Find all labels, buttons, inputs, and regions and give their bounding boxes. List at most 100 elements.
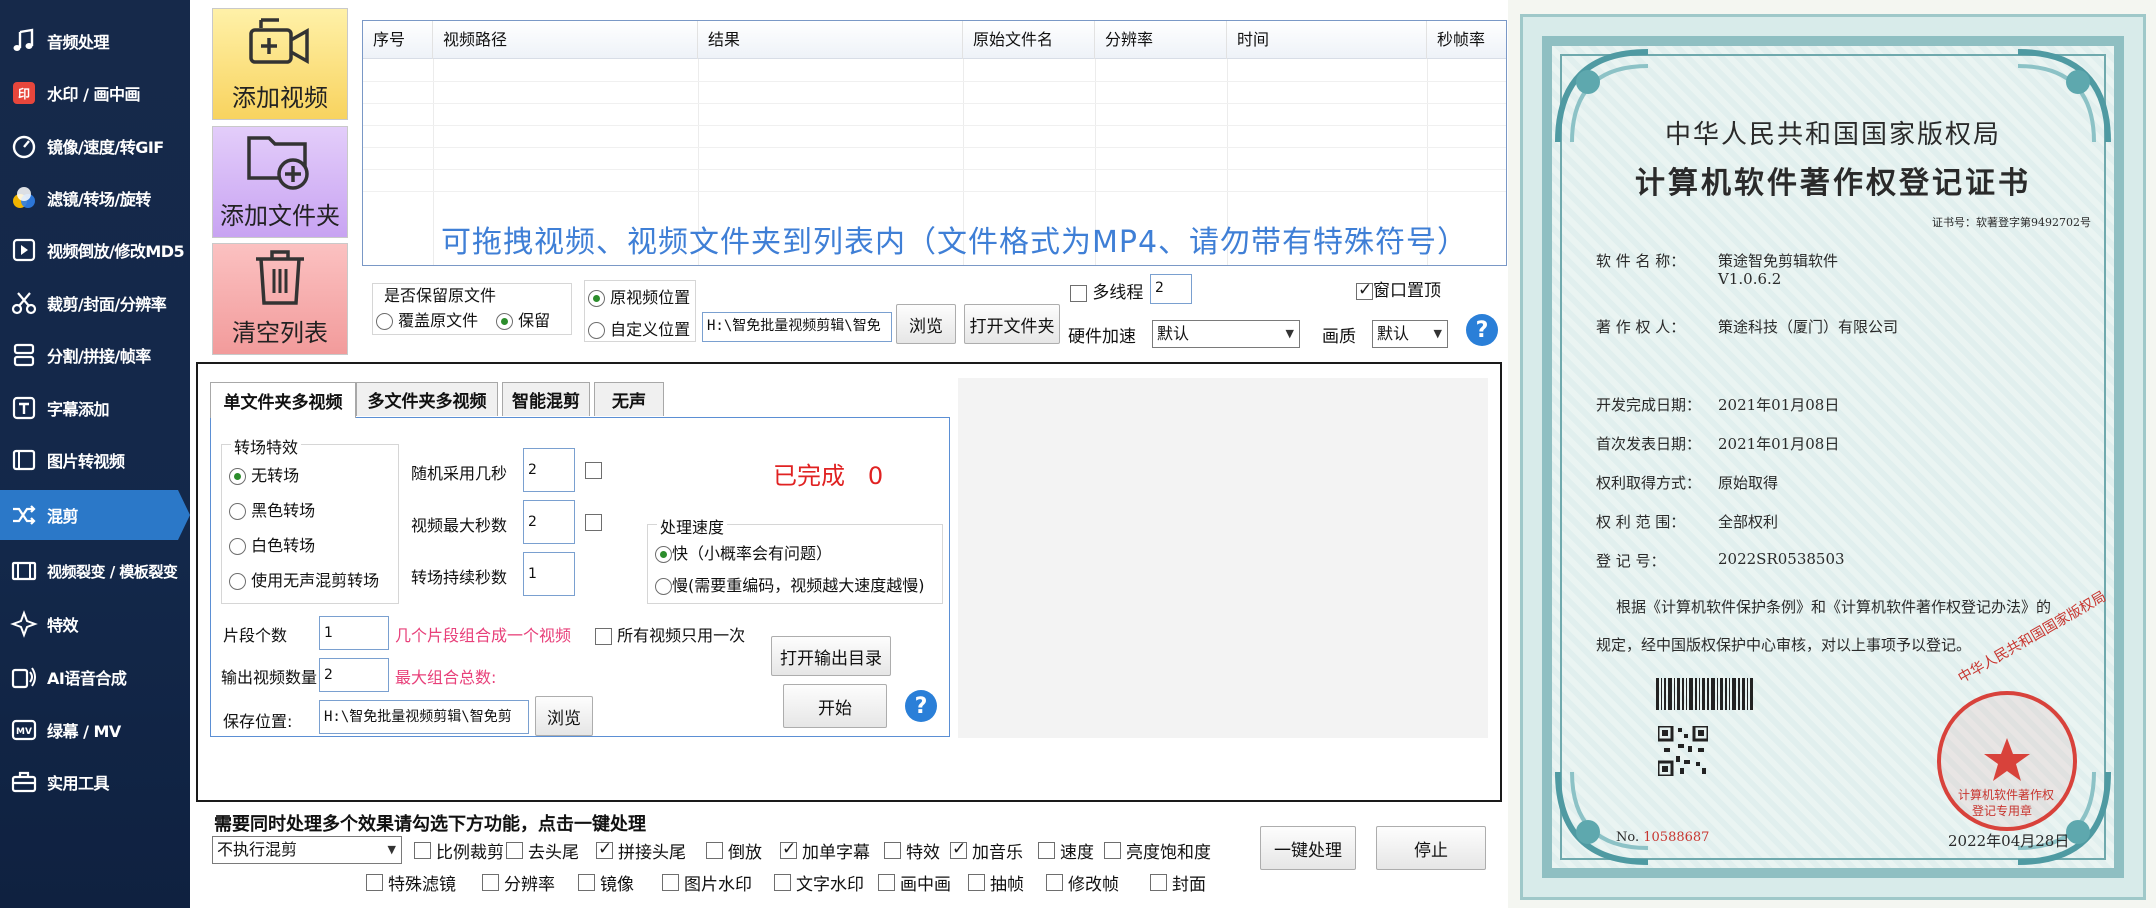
copyright-certificate: 中华人民共和国国家版权局 计算机软件著作权登记证书 证书号：软著登字第94927…	[1508, 0, 2156, 908]
cert-statement: 规定，经中国版权保护中心审核，对以上事项予以登记。	[1596, 636, 1972, 654]
use-once-checkbox[interactable]: 所有视频只用一次	[595, 622, 745, 646]
output-path-input[interactable]: H:\智免批量视频剪辑\智免	[702, 312, 892, 342]
transition-radio[interactable]: 黑色转场	[229, 497, 315, 521]
batch-checkbox[interactable]: 特效	[884, 838, 940, 863]
segments-input[interactable]: 1	[319, 616, 389, 650]
tab-single-folder[interactable]: 单文件夹多视频	[210, 382, 356, 418]
sidebar-item-filter[interactable]: 滤镜/转场/旋转	[0, 173, 190, 223]
column-header[interactable]: 序号	[363, 21, 433, 59]
batch-checkbox[interactable]: 图片水印	[662, 870, 752, 895]
tab-multi-folder[interactable]: 多文件夹多视频	[356, 382, 498, 416]
sidebar-item-reverse[interactable]: 视频倒放/修改MD5	[0, 225, 190, 275]
batch-checkbox[interactable]: 加单字幕	[780, 838, 870, 863]
help-icon[interactable]: ?	[905, 690, 937, 722]
mix-mode-select[interactable]: 不执行混剪 ▼	[212, 836, 402, 864]
random-seconds-checkbox[interactable]	[585, 460, 602, 480]
start-button[interactable]: 开始	[783, 684, 887, 728]
max-seconds-input[interactable]: 2	[523, 500, 575, 544]
transition-radio[interactable]: 白色转场	[229, 532, 315, 556]
transition-radio[interactable]: 无转场	[229, 462, 299, 486]
sidebar-item-mix[interactable]: 混剪	[0, 490, 190, 540]
add-video-button[interactable]: 添加视频	[212, 8, 348, 120]
thread-count-input[interactable]: 2	[1150, 274, 1192, 304]
keep-radio[interactable]: 保留	[496, 307, 550, 331]
sidebar-item-label: 混剪	[47, 507, 79, 526]
batch-checkbox[interactable]: 亮度饱和度	[1104, 838, 1211, 863]
orig-position-radio[interactable]: 原视频位置	[588, 284, 690, 308]
batch-checkbox[interactable]: 特殊滤镜	[366, 870, 456, 895]
sidebar-item-image-to-video[interactable]: 图片转视频	[0, 435, 190, 485]
batch-checkbox[interactable]: 倒放	[706, 838, 762, 863]
browse-button[interactable]: 浏览	[896, 304, 956, 344]
cert-statement: 根据《计算机软件保护条例》和《计算机软件著作权登记办法》的	[1616, 598, 2052, 616]
batch-checkbox[interactable]: 分辨率	[482, 870, 555, 895]
batch-checkbox[interactable]: 封面	[1150, 870, 1206, 895]
cert-rights-scope: 全部权利	[1718, 513, 1779, 531]
window-top-checkbox[interactable]: 窗口置顶	[1356, 276, 1441, 301]
max-seconds-checkbox[interactable]	[585, 512, 602, 532]
sidebar-item-green-screen[interactable]: MV 绿幕 / MV	[0, 705, 190, 755]
stop-button[interactable]: 停止	[1376, 826, 1486, 870]
sidebar-item-audio[interactable]: 音频处理	[0, 16, 190, 66]
add-folder-button[interactable]: 添加文件夹	[212, 126, 348, 238]
split-icon	[9, 340, 39, 370]
save-browse-button[interactable]: 浏览	[535, 696, 593, 736]
sidebar-item-split[interactable]: 分割/拼接/帧率	[0, 330, 190, 380]
column-header[interactable]: 时间	[1227, 21, 1427, 59]
column-header[interactable]: 视频路径	[433, 21, 698, 59]
speed-group-title: 处理速度	[657, 514, 728, 538]
batch-checkbox[interactable]: 修改帧	[1046, 870, 1119, 895]
tab-smart-mix[interactable]: 智能混剪	[502, 382, 590, 416]
batch-checkbox[interactable]: 文字水印	[774, 870, 864, 895]
help-icon[interactable]: ?	[1466, 314, 1498, 346]
open-output-button[interactable]: 打开输出目录	[771, 636, 891, 676]
checkbox-box[interactable]	[414, 842, 431, 859]
random-seconds-label: 随机采用几秒	[411, 464, 508, 483]
hw-accel-label: 硬件加速	[1068, 327, 1136, 347]
batch-checkbox[interactable]: 抽帧	[968, 870, 1024, 895]
film-icon	[9, 556, 39, 586]
toolbox-icon	[9, 767, 39, 797]
column-header[interactable]: 秒帧率	[1427, 21, 1506, 59]
batch-checkbox[interactable]: 加音乐	[950, 838, 1023, 863]
batch-checkbox[interactable]: 比例裁剪	[414, 838, 504, 863]
sidebar-item-effects[interactable]: 特效	[0, 599, 190, 649]
speed-fast-radio[interactable]: 快（小概率会有问题）	[655, 540, 832, 564]
speed-slow-radio[interactable]: 慢(需要重编码，视频越大速度越慢)	[655, 572, 925, 596]
sidebar: 音频处理 印 水印 / 画中画 镜像/速度/转GIF 滤镜/转场/旋转 视频倒放…	[0, 0, 190, 908]
batch-checkbox[interactable]: 拼接头尾	[596, 838, 686, 863]
sidebar-item-crop[interactable]: 裁剪/封面/分辨率	[0, 278, 190, 328]
sidebar-item-tools[interactable]: 实用工具	[0, 757, 190, 807]
overwrite-radio[interactable]: 覆盖原文件	[376, 307, 478, 331]
save-path-input[interactable]: H:\智免批量视频剪辑\智免剪	[319, 700, 529, 734]
batch-checkbox[interactable]: 速度	[1038, 838, 1094, 863]
column-header[interactable]: 原始文件名	[963, 21, 1095, 59]
segments-hint: 几个片段组合成一个视频	[395, 626, 572, 645]
tab-silent[interactable]: 无声	[594, 382, 664, 416]
one-click-process-button[interactable]: 一键处理	[1260, 826, 1356, 870]
multithread-checkbox[interactable]: 多线程	[1070, 278, 1143, 303]
transition-duration-input[interactable]: 1	[523, 552, 575, 596]
quality-select[interactable]: 默认 ▼	[1372, 320, 1448, 348]
open-folder-button[interactable]: 打开文件夹	[964, 304, 1060, 344]
transition-radio[interactable]: 使用无声混剪转场	[229, 567, 379, 591]
hw-accel-select[interactable]: 默认 ▼	[1152, 320, 1300, 348]
column-header[interactable]: 分辨率	[1095, 21, 1227, 59]
batch-checkbox[interactable]: 画中画	[878, 870, 951, 895]
sidebar-item-mirror-speed[interactable]: 镜像/速度/转GIF	[0, 121, 190, 171]
batch-checkbox[interactable]: 去头尾	[506, 838, 579, 863]
sidebar-item-fission[interactable]: 视频裂变 / 模板裂变	[0, 546, 190, 596]
batch-title: 需要同时处理多个效果请勾选下方功能，点击一键处理	[214, 814, 646, 835]
folder-add-icon	[247, 136, 309, 190]
output-count-input[interactable]: 2	[319, 658, 389, 692]
sidebar-item-watermark[interactable]: 印 水印 / 画中画	[0, 68, 190, 118]
clear-list-button[interactable]: 清空列表	[212, 243, 348, 355]
random-seconds-input[interactable]: 2	[523, 448, 575, 492]
sidebar-item-subtitle[interactable]: 字幕添加	[0, 383, 190, 433]
column-header[interactable]: 结果	[698, 21, 963, 59]
custom-position-radio[interactable]: 自定义位置	[588, 316, 690, 340]
video-list-table[interactable]: 序号 视频路径 结果 原始文件名 分辨率 时间 秒帧率 可拖拽视频、视频文件夹到…	[362, 20, 1507, 266]
trash-icon	[256, 250, 304, 305]
batch-checkbox[interactable]: 镜像	[578, 870, 634, 895]
sidebar-item-ai-voice[interactable]: AI语音合成	[0, 652, 190, 702]
